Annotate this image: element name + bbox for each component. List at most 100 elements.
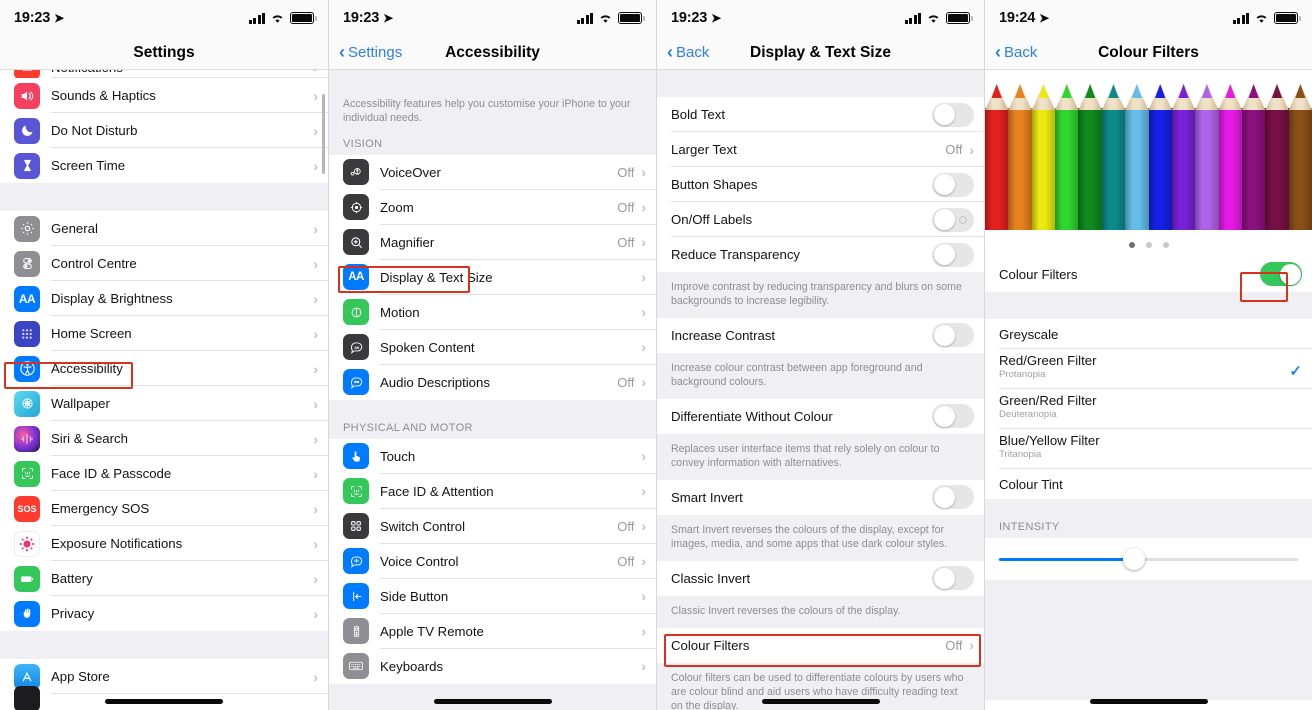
accessibility-icon: [14, 355, 40, 382]
page-dot-1[interactable]: [1145, 242, 1152, 248]
setting-increase-contrast[interactable]: Increase Contrast: [657, 317, 984, 353]
scroll-indicator[interactable]: [322, 94, 325, 174]
list-item[interactable]: Face ID & Passcode ›: [0, 456, 328, 491]
status-bar: 19:23 ➤: [329, 0, 656, 36]
pencil-3: [1055, 70, 1079, 230]
setting-larger-text[interactable]: Larger Text Off ›: [657, 132, 984, 167]
group-gap: [985, 580, 1312, 700]
pencil-11: [1241, 70, 1266, 230]
setting-colour-filters[interactable]: Colour Filters Off ›: [657, 627, 984, 663]
sidebar-item-side-button[interactable]: Side Button ›: [329, 578, 656, 614]
location-arrow-icon: ➤: [383, 11, 393, 25]
colour-filters-toggle-row[interactable]: Colour Filters: [985, 256, 1312, 292]
list-item[interactable]: AA Display & Brightness ›: [0, 281, 328, 316]
chevron-right-icon: ›: [641, 448, 646, 465]
button-shapes-toggle[interactable]: [932, 172, 974, 197]
pencil-tip: [991, 84, 1002, 98]
sidebar-item-switch-control[interactable]: Switch Control Off ›: [329, 508, 656, 544]
filter-option-blue-yellow[interactable]: Blue/Yellow Filter Tritanopia: [985, 429, 1312, 469]
control-centre-icon: [14, 250, 40, 277]
zoom-icon: [343, 194, 369, 221]
settings-list[interactable]: Notifications › Sounds & Haptics › Do No…: [0, 70, 328, 710]
back-button[interactable]: ‹ Back: [995, 43, 1037, 62]
intensity-slider-track[interactable]: [999, 548, 1298, 570]
list-item[interactable]: General ›: [0, 211, 328, 246]
setting-on-off-labels[interactable]: On/Off Labels: [657, 202, 984, 237]
bold-text-toggle[interactable]: [932, 102, 974, 127]
filter-option-red-green[interactable]: Red/Green Filter Protanopia ✓: [985, 349, 1312, 389]
setting-value: Off: [945, 637, 963, 653]
pencil-2: [1031, 70, 1056, 230]
setting-label: Colour Filters: [671, 637, 750, 653]
sidebar-item-zoom[interactable]: Zoom Off ›: [329, 189, 656, 225]
reduce-transparency-toggle[interactable]: [932, 242, 974, 267]
list-item[interactable]: Sounds & Haptics ›: [0, 78, 328, 113]
list-item[interactable]: Wallpaper ›: [0, 386, 328, 421]
sidebar-item-apple-tv-remote[interactable]: Apple TV Remote ›: [329, 613, 656, 649]
list-item[interactable]: Do Not Disturb ›: [0, 113, 328, 148]
sidebar-item-touch[interactable]: Touch ›: [329, 438, 656, 474]
display-text-size-list[interactable]: Bold Text Larger Text Off › Button Shape…: [657, 70, 984, 710]
sidebar-item-voice-control[interactable]: Voice Control Off ›: [329, 543, 656, 579]
setting-button-shapes[interactable]: Button Shapes: [657, 167, 984, 202]
chevron-right-icon: ›: [313, 220, 318, 237]
intensity-slider-row[interactable]: [985, 538, 1312, 580]
sidebar-item-voiceover[interactable]: VoiceOver Off ›: [329, 154, 656, 190]
setting-reduce-transparency[interactable]: Reduce Transparency: [657, 237, 984, 272]
list-item[interactable]: Battery ›: [0, 561, 328, 596]
increase-contrast-toggle[interactable]: [932, 323, 974, 348]
setting-smart-invert[interactable]: Smart Invert: [657, 479, 984, 515]
pencil-body: [1078, 108, 1102, 230]
filter-option-greyscale[interactable]: Greyscale: [985, 319, 1312, 349]
page-dot-2[interactable]: [1162, 242, 1169, 248]
intensity-slider-knob[interactable]: [1122, 548, 1145, 570]
list-item-label: Privacy: [51, 606, 95, 621]
list-item[interactable]: Control Centre ›: [0, 246, 328, 281]
list-item[interactable]: SOS Emergency SOS ›: [0, 491, 328, 526]
list-item-label: VoiceOver: [380, 164, 441, 180]
list-item[interactable]: Siri & Search ›: [0, 421, 328, 456]
pencil-5: [1101, 70, 1126, 230]
sidebar-item-display-text-size[interactable]: AA Display & Text Size ›: [329, 259, 656, 295]
sidebar-item-spoken-content[interactable]: ao Spoken Content ›: [329, 329, 656, 365]
setting-differentiate-without-colour[interactable]: Differentiate Without Colour: [657, 398, 984, 434]
face-id-icon: [14, 460, 40, 487]
sidebar-item-magnifier[interactable]: Magnifier Off ›: [329, 224, 656, 260]
setting-bold-text[interactable]: Bold Text: [657, 97, 984, 132]
page-dots[interactable]: [985, 242, 1312, 248]
list-item[interactable]: Privacy ›: [0, 596, 328, 631]
list-item[interactable]: Notifications ›: [0, 70, 328, 80]
filter-sublabel: Deuteranopia: [999, 409, 1057, 420]
list-item-label: Accessibility: [51, 361, 123, 376]
filter-option-green-red[interactable]: Green/Red Filter Deuteranopia: [985, 389, 1312, 429]
smart-invert-toggle[interactable]: [932, 485, 974, 510]
differentiate-without-colour-toggle[interactable]: [932, 404, 974, 429]
location-arrow-icon: ➤: [1039, 11, 1049, 25]
filter-option-colour-tint[interactable]: Colour Tint: [985, 469, 1312, 499]
list-item[interactable]: App Store ›: [0, 659, 328, 694]
coloured-pencils-preview[interactable]: [985, 70, 1312, 256]
pencil-6: [1125, 70, 1149, 230]
on-off-labels-toggle[interactable]: [932, 207, 974, 232]
back-button[interactable]: ‹ Back: [667, 41, 709, 62]
battery-full-icon: [618, 12, 645, 24]
cellular-bars-icon: [248, 12, 265, 24]
page-dot-0[interactable]: [1128, 242, 1135, 248]
chevron-right-icon: ›: [313, 605, 318, 622]
sidebar-item-keyboards[interactable]: Keyboards ›: [329, 648, 656, 684]
list-item[interactable]: Home Screen ›: [0, 316, 328, 351]
chevron-left-icon: ‹: [667, 41, 673, 62]
sidebar-item-face-id-attention[interactable]: Face ID & Attention ›: [329, 473, 656, 509]
colour-filters-toggle[interactable]: [1260, 262, 1302, 286]
pencil-13: [1288, 70, 1312, 230]
accessibility-list[interactable]: Accessibility features help you customis…: [329, 70, 656, 710]
sidebar-item-audio-descriptions[interactable]: Audio Descriptions Off ›: [329, 364, 656, 400]
list-item[interactable]: Exposure Notifications ›: [0, 526, 328, 561]
back-button[interactable]: ‹ Settings: [339, 43, 402, 62]
sidebar-item-motion[interactable]: Motion ›: [329, 294, 656, 330]
classic-invert-toggle[interactable]: [932, 566, 974, 591]
list-item[interactable]: Screen Time ›: [0, 148, 328, 183]
sidebar-item-accessibility[interactable]: Accessibility ›: [0, 351, 328, 386]
setting-classic-invert[interactable]: Classic Invert: [657, 560, 984, 596]
pencil-10: [1218, 70, 1242, 230]
